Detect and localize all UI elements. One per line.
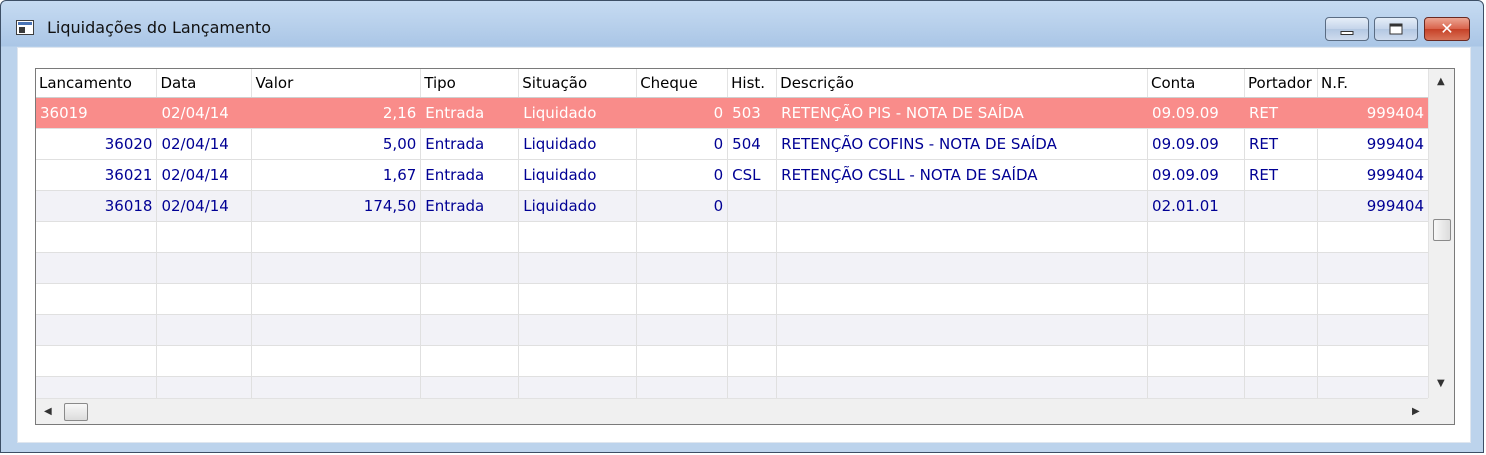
table-header-row: Lancamento Data Valor Tipo Situação Cheq… [36,69,1429,98]
close-button[interactable]: ✕ [1424,17,1470,41]
horizontal-scroll-thumb[interactable] [64,403,88,421]
app-window-icon [16,20,34,35]
scroll-up-icon[interactable]: ▲ [1437,77,1445,87]
cell-valor[interactable]: 2,16 [251,97,422,129]
cell-tipo[interactable]: Entrada [420,97,520,129]
cell-data[interactable]: 02/04/14 [156,159,253,191]
column-header-lancamento[interactable]: Lancamento [36,69,158,98]
cell-portador[interactable]: RET [1244,97,1318,129]
table-row-empty [36,283,1429,315]
cell-conta[interactable]: 09.09.09 [1147,97,1245,129]
cell-hist[interactable] [727,190,778,222]
scroll-right-icon[interactable]: ▶ [1412,407,1420,417]
table-row-empty [36,314,1429,346]
scroll-left-icon[interactable]: ◀ [44,407,52,417]
cell-hist[interactable]: CSL [727,159,778,191]
cell-lancamento[interactable]: 36021 [36,159,158,191]
cell-tipo[interactable]: Entrada [420,128,520,160]
minimize-button[interactable] [1325,17,1369,41]
cell-cheque[interactable]: 0 [636,128,729,160]
cell-data[interactable]: 02/04/14 [156,128,253,160]
horizontal-scrollbar[interactable]: ◀ ▶ [36,398,1429,424]
column-header-portador[interactable]: Portador [1244,69,1318,98]
cell-nf[interactable]: 999404 [1317,159,1429,191]
liquidacoes-grid: Lancamento Data Valor Tipo Situação Cheq… [35,68,1455,425]
table-row-empty [36,252,1429,284]
cell-lancamento[interactable]: 36018 [36,190,158,222]
maximize-button[interactable] [1374,17,1418,41]
cell-descricao[interactable] [776,190,1149,222]
cell-descricao[interactable]: RETENÇÃO COFINS - NOTA DE SAÍDA [776,128,1149,160]
cell-data[interactable]: 02/04/14 [156,190,253,222]
cell-portador[interactable]: RET [1244,128,1318,160]
dialog-window: Liquidações do Lançamento ✕ Lancamento D… [0,0,1484,453]
column-header-cheque[interactable]: Cheque [636,69,729,98]
cell-tipo[interactable]: Entrada [420,190,520,222]
column-header-hist[interactable]: Hist. [727,69,778,98]
cell-conta[interactable]: 09.09.09 [1147,159,1245,191]
table-row-empty [36,221,1429,253]
title-bar[interactable]: Liquidações do Lançamento ✕ [1,1,1483,47]
column-header-nf[interactable]: N.F. [1317,69,1429,98]
scrollbar-corner [1428,398,1454,424]
cell-valor[interactable]: 174,50 [251,190,422,222]
grid-viewport: Lancamento Data Valor Tipo Situação Cheq… [36,69,1429,399]
table-row-empty [36,376,1429,399]
vertical-scrollbar[interactable]: ▲ ▼ [1428,69,1454,399]
vertical-scroll-thumb[interactable] [1433,219,1451,241]
cell-descricao[interactable]: RETENÇÃO CSLL - NOTA DE SAÍDA [776,159,1149,191]
cell-cheque[interactable]: 0 [636,159,729,191]
column-header-data[interactable]: Data [156,69,253,98]
cell-nf[interactable]: 999404 [1317,97,1429,129]
column-header-valor[interactable]: Valor [251,69,422,98]
cell-nf[interactable]: 999404 [1317,190,1429,222]
column-header-tipo[interactable]: Tipo [420,69,520,98]
client-area: Lancamento Data Valor Tipo Situação Cheq… [17,47,1471,443]
table-row-selected[interactable]: 36019 02/04/14 2,16 Entrada Liquidado 0 … [36,97,1429,129]
close-icon: ✕ [1440,19,1454,38]
cell-tipo[interactable]: Entrada [420,159,520,191]
column-header-descricao[interactable]: Descrição [776,69,1149,98]
maximize-icon [1389,23,1403,35]
cell-conta[interactable]: 09.09.09 [1147,128,1245,160]
cell-portador[interactable]: RET [1244,159,1318,191]
table-row[interactable]: 36018 02/04/14 174,50 Entrada Liquidado … [36,190,1429,222]
table-row-empty [36,345,1429,377]
window-title: Liquidações do Lançamento [47,18,272,37]
cell-valor[interactable]: 5,00 [251,128,422,160]
cell-nf[interactable]: 999404 [1317,128,1429,160]
scroll-down-icon[interactable]: ▼ [1437,379,1445,389]
cell-lancamento[interactable]: 36020 [36,128,158,160]
cell-situacao[interactable]: Liquidado [518,97,638,129]
cell-situacao[interactable]: Liquidado [518,128,638,160]
column-header-conta[interactable]: Conta [1147,69,1245,98]
column-header-situacao[interactable]: Situação [518,69,638,98]
cell-hist[interactable]: 503 [727,97,778,129]
cell-situacao[interactable]: Liquidado [518,190,638,222]
liquidacoes-table: Lancamento Data Valor Tipo Situação Cheq… [36,69,1429,399]
cell-lancamento[interactable]: 36019 [36,97,158,129]
minimize-icon [1340,31,1354,35]
cell-cheque[interactable]: 0 [636,190,729,222]
cell-hist[interactable]: 504 [727,128,778,160]
cell-data[interactable]: 02/04/14 [156,97,253,129]
table-row[interactable]: 36021 02/04/14 1,67 Entrada Liquidado 0 … [36,159,1429,191]
cell-descricao[interactable]: RETENÇÃO PIS - NOTA DE SAÍDA [776,97,1149,129]
cell-situacao[interactable]: Liquidado [518,159,638,191]
cell-portador[interactable] [1244,190,1318,222]
cell-cheque[interactable]: 0 [636,97,729,129]
table-row[interactable]: 36020 02/04/14 5,00 Entrada Liquidado 0 … [36,128,1429,160]
cell-conta[interactable]: 02.01.01 [1147,190,1245,222]
cell-valor[interactable]: 1,67 [251,159,422,191]
